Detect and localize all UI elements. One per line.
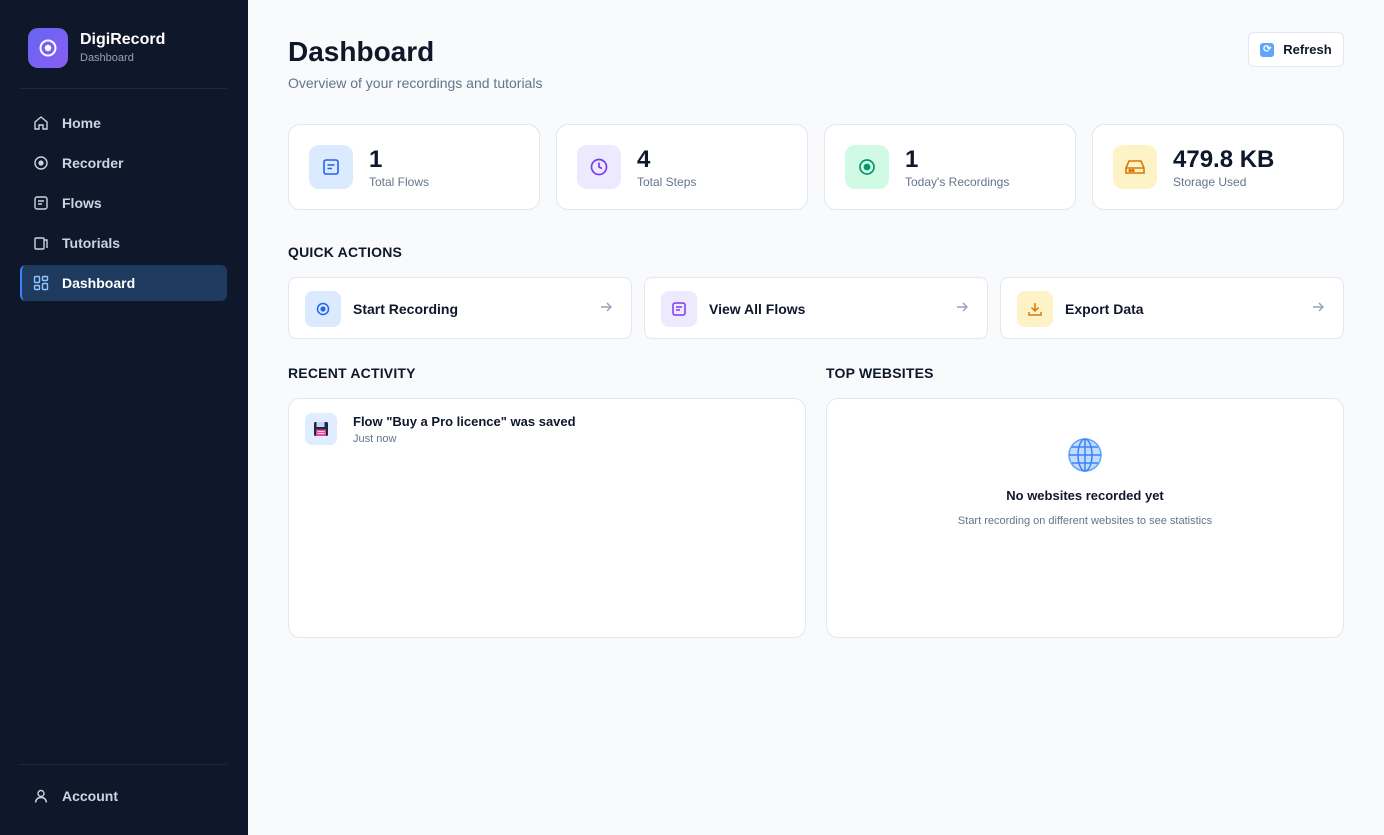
user-icon bbox=[32, 787, 50, 805]
account-label: Account bbox=[62, 788, 118, 804]
arrow-right-icon bbox=[1313, 302, 1324, 312]
floppy-disk-icon bbox=[305, 413, 337, 445]
view-all-flows-button[interactable]: View All Flows bbox=[644, 277, 988, 339]
download-icon bbox=[1017, 291, 1053, 327]
stat-value: 1 bbox=[369, 146, 383, 173]
list-icon bbox=[661, 291, 697, 327]
page-title: Dashboard bbox=[288, 36, 435, 67]
top-websites-panel: No websites recorded yet Start recording… bbox=[826, 398, 1344, 638]
record-icon bbox=[305, 291, 341, 327]
stat-label: Today's Recordings bbox=[905, 175, 1010, 189]
sidebar-item-label: Tutorials bbox=[62, 235, 121, 251]
refresh-label: Refresh bbox=[1283, 42, 1332, 57]
sidebar-item-label: Recorder bbox=[62, 155, 124, 171]
home-icon bbox=[32, 114, 50, 132]
arrow-right-icon bbox=[601, 302, 612, 312]
stat-label: Total Steps bbox=[637, 175, 697, 189]
grid-icon bbox=[32, 274, 50, 292]
arrow-right-icon bbox=[957, 302, 968, 312]
stat-value: 4 bbox=[637, 146, 651, 173]
brand-subtitle: Dashboard bbox=[80, 52, 134, 64]
hard-drive-icon bbox=[1113, 145, 1157, 189]
action-label: Export Data bbox=[1065, 301, 1144, 317]
activity-title: Flow "Buy a Pro licence" was saved bbox=[353, 414, 576, 429]
brand-name: DigiRecord bbox=[80, 31, 166, 48]
action-label: View All Flows bbox=[709, 301, 806, 317]
clock-icon bbox=[577, 145, 621, 189]
empty-state-title: No websites recorded yet bbox=[1006, 488, 1164, 503]
sidebar-divider bbox=[20, 764, 227, 765]
sidebar-item-dashboard[interactable]: Dashboard bbox=[20, 265, 227, 301]
refresh-button[interactable]: ⟳ Refresh bbox=[1248, 32, 1344, 67]
page-subtitle: Overview of your recordings and tutorial… bbox=[288, 75, 543, 91]
sidebar-divider bbox=[20, 88, 227, 89]
list-icon bbox=[32, 194, 50, 212]
stat-card-total-steps: 4 Total Steps bbox=[556, 124, 808, 210]
record-icon bbox=[32, 154, 50, 172]
sidebar-item-label: Home bbox=[62, 115, 101, 131]
sidebar-item-home[interactable]: Home bbox=[20, 105, 227, 141]
sidebar-item-flows[interactable]: Flows bbox=[20, 185, 227, 221]
action-label: Start Recording bbox=[353, 301, 459, 317]
refresh-icon: ⟳ bbox=[1260, 42, 1275, 57]
sidebar-item-recorder[interactable]: Recorder bbox=[20, 145, 227, 181]
stat-card-todays-recordings: 1 Today's Recordings bbox=[824, 124, 1076, 210]
recent-activity-panel: Flow "Buy a Pro licence" was saved Just … bbox=[288, 398, 806, 638]
globe-icon bbox=[827, 437, 1343, 473]
sidebar-item-tutorials[interactable]: Tutorials bbox=[20, 225, 227, 261]
stat-label: Total Flows bbox=[369, 175, 430, 189]
stat-card-storage-used: 479.8 KB Storage Used bbox=[1092, 124, 1344, 210]
empty-state-subtitle: Start recording on different websites to… bbox=[957, 515, 1213, 527]
stat-value: 479.8 KB bbox=[1173, 146, 1275, 173]
sidebar-item-label: Flows bbox=[62, 195, 102, 211]
quick-actions-title: QUICK ACTIONS bbox=[288, 244, 403, 260]
top-websites-title: TOP WEBSITES bbox=[826, 365, 934, 381]
brand-logo-icon bbox=[28, 28, 68, 68]
start-recording-button[interactable]: Start Recording bbox=[288, 277, 632, 339]
stat-value: 1 bbox=[905, 146, 919, 173]
brand[interactable]: DigiRecord Dashboard bbox=[28, 28, 165, 68]
recent-activity-title: RECENT ACTIVITY bbox=[288, 365, 416, 381]
stat-card-total-flows: 1 Total Flows bbox=[288, 124, 540, 210]
activity-time: Just now bbox=[353, 433, 397, 445]
stat-label: Storage Used bbox=[1173, 175, 1247, 189]
sidebar-item-account[interactable]: Account bbox=[20, 778, 227, 814]
record-icon bbox=[845, 145, 889, 189]
sidebar: DigiRecord Dashboard Home Recorder Flows bbox=[0, 0, 248, 835]
sidebar-nav: Home Recorder Flows Tutorials Dashboard bbox=[20, 105, 227, 305]
export-data-button[interactable]: Export Data bbox=[1000, 277, 1344, 339]
book-icon bbox=[32, 234, 50, 252]
sidebar-item-label: Dashboard bbox=[62, 275, 136, 291]
document-icon bbox=[309, 145, 353, 189]
